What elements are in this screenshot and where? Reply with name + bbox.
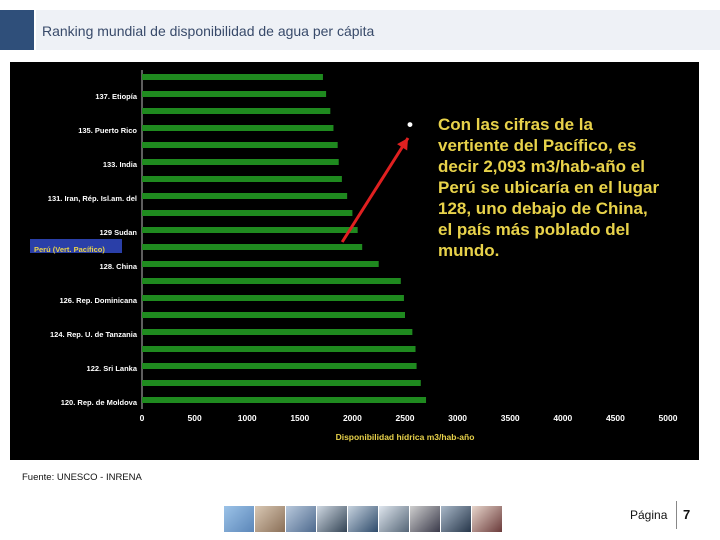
bar-label: 133. India xyxy=(103,160,138,169)
x-tick-label: 0 xyxy=(140,413,145,423)
x-axis-label: Disponibilidad hídrica m3/hab-año xyxy=(336,432,475,442)
bar-label: 122. Sri Lanka xyxy=(87,364,138,373)
header-accent-block xyxy=(0,10,34,50)
annotation-line: 128, uno debajo de China, xyxy=(438,199,648,218)
bar-label: 120. Rep. de Moldova xyxy=(61,398,138,407)
bar xyxy=(142,312,405,318)
people-thumbnail xyxy=(410,506,440,532)
crowd-thumbnail xyxy=(441,506,471,532)
x-tick-label: 2000 xyxy=(343,413,362,423)
x-tick-label: 3000 xyxy=(448,413,467,423)
x-tick-label: 4000 xyxy=(553,413,572,423)
x-tick-label: 2500 xyxy=(396,413,415,423)
annotation-line: Con las cifras de la xyxy=(438,115,593,134)
bar xyxy=(142,176,342,182)
highlighted-bar-label: Perú (Vert. Pacífico) xyxy=(34,245,105,254)
x-tick-label: 1000 xyxy=(238,413,257,423)
bar xyxy=(142,227,358,233)
pylons-thumbnail xyxy=(317,506,347,532)
bar xyxy=(142,193,348,199)
x-tick-label: 5000 xyxy=(659,413,678,423)
bar-label: 131. Iran, Rép. Isl.am. del xyxy=(48,194,137,203)
header-bar: Ranking mundial de disponibilidad de agu… xyxy=(0,0,720,54)
bar-label: 124. Rep. U. de Tanzania xyxy=(50,330,138,339)
annotation-line: mundo. xyxy=(438,241,499,260)
bridge-thumbnail xyxy=(348,506,378,532)
annotation-arrow-line xyxy=(340,137,410,243)
bar xyxy=(142,74,323,80)
bar xyxy=(142,278,401,284)
x-tick-label: 500 xyxy=(188,413,202,423)
annotation-line: decir 2,093 m3/hab-año el xyxy=(438,157,645,176)
bar xyxy=(142,346,416,352)
page-divider xyxy=(676,501,677,529)
bar-label: 137. Etiopía xyxy=(95,92,138,101)
bar xyxy=(142,159,339,165)
bar xyxy=(142,363,417,369)
bar xyxy=(142,91,327,97)
x-tick-label: 4500 xyxy=(606,413,625,423)
bar xyxy=(142,125,334,131)
bar xyxy=(142,380,421,386)
page-label: Página xyxy=(630,508,668,522)
bar xyxy=(142,210,353,216)
hands-thumbnail xyxy=(255,506,285,532)
source-note: Fuente: UNESCO - INRENA xyxy=(22,472,142,483)
bar xyxy=(142,108,331,114)
annotation-line: el país más poblado del xyxy=(438,220,630,239)
city-thumbnail xyxy=(379,506,409,532)
fish-thumbnail xyxy=(286,506,316,532)
annotation-line: Perú se ubicaría en el lugar xyxy=(438,178,659,197)
x-tick-label: 1500 xyxy=(290,413,309,423)
bar-label: 135. Puerto Rico xyxy=(78,126,137,135)
bar-label: 128. China xyxy=(99,262,137,271)
bar xyxy=(142,244,363,250)
eye-thumbnail xyxy=(472,506,502,532)
chart-panel: 137. Etiopía 135. Puerto Rico 133. India 13… xyxy=(10,62,699,460)
x-tick-label: 3500 xyxy=(501,413,520,423)
bar xyxy=(142,295,404,301)
ranking-bar-chart: 137. Etiopía 135. Puerto Rico 133. India 13… xyxy=(30,70,678,442)
title-box: Ranking mundial de disponibilidad de agu… xyxy=(36,10,720,50)
water-drop-thumbnail xyxy=(224,506,254,532)
bar-label: 126. Rep. Dominicana xyxy=(59,296,137,305)
bar xyxy=(142,397,427,403)
bar xyxy=(142,329,413,335)
footer-thumbnails xyxy=(224,506,502,532)
bar xyxy=(142,142,338,148)
annotation-line: vertiente del Pacífico, es xyxy=(438,136,636,155)
page-title: Ranking mundial de disponibilidad de agu… xyxy=(42,23,375,39)
annotation-bullet: • xyxy=(407,115,413,134)
page-number: 7 xyxy=(683,507,691,522)
bar xyxy=(142,261,379,267)
bar-label: 129 Sudan xyxy=(99,228,137,237)
